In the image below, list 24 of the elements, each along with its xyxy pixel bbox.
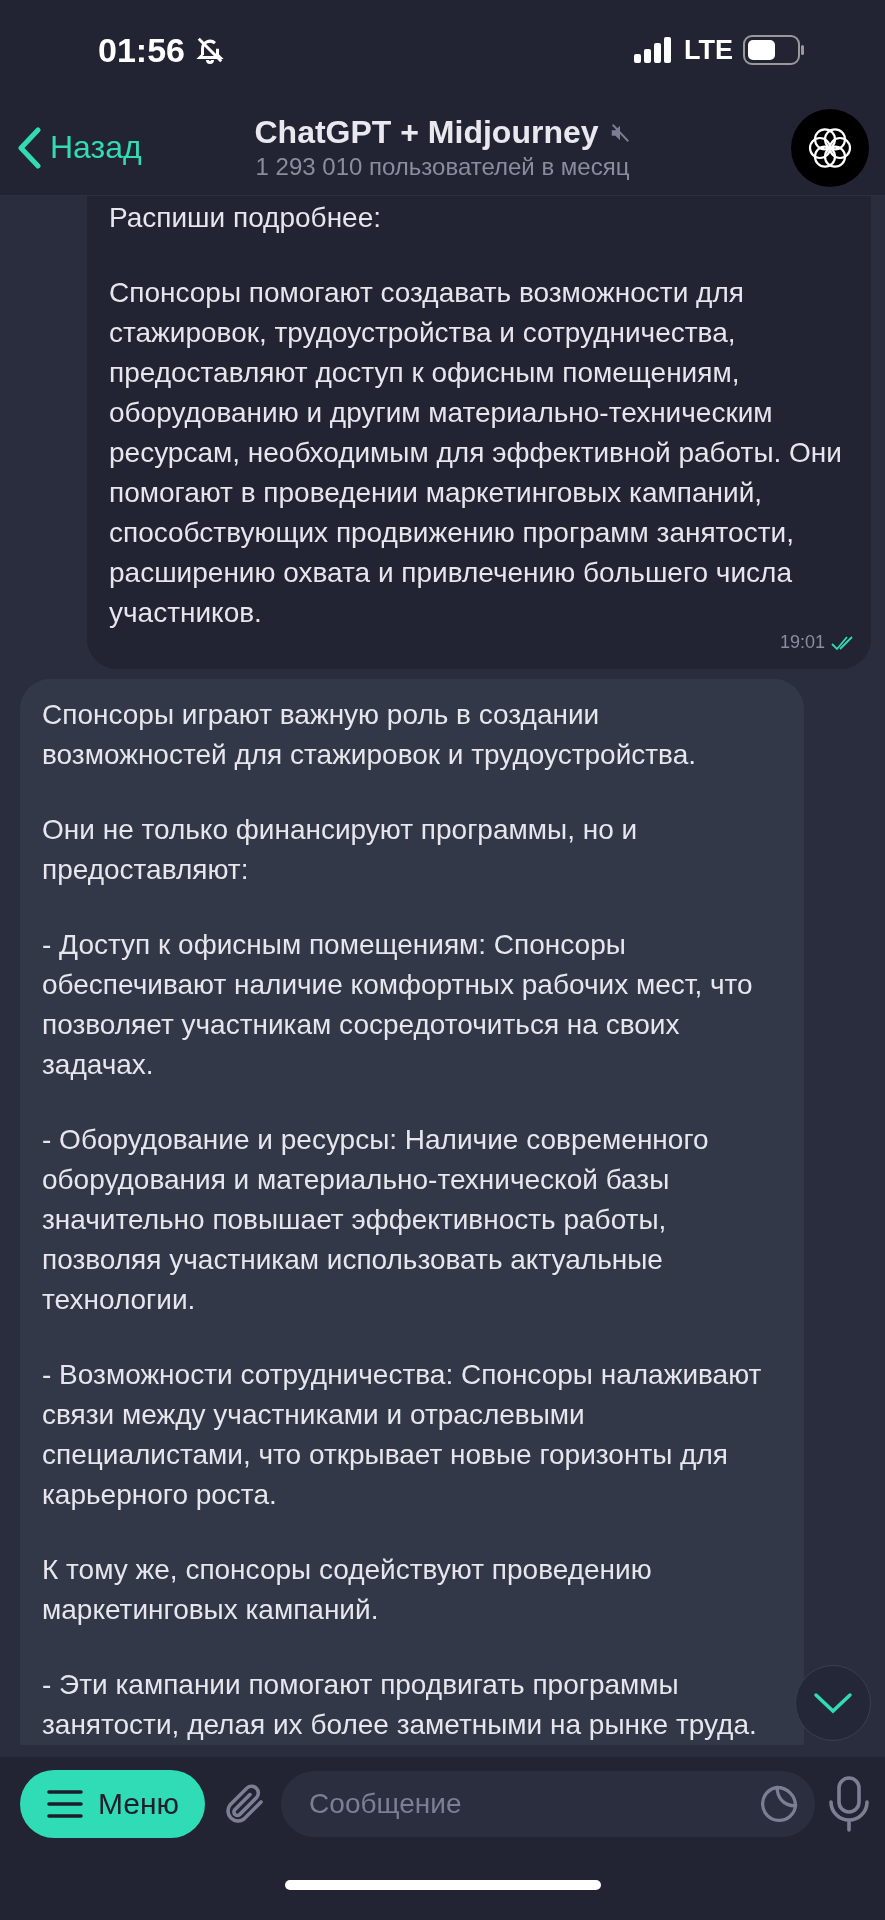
message-field[interactable]: Сообщение: [281, 1770, 815, 1837]
network-label: LTE: [684, 34, 733, 66]
chevron-down-icon: [813, 1692, 853, 1714]
message-text: - Возможности сотрудничества: Спонсоры налаживают связи между участниками и отраслевыми специалистами, что открывает новые горизонты для карьерного роста.: [42, 1358, 763, 1512]
message-text: Распиши подробнее:: [109, 201, 383, 235]
message-input-field[interactable]: Сообщение: [307, 1786, 757, 1821]
menu-icon: [46, 1788, 84, 1819]
back-button[interactable]: Назад: [16, 126, 142, 169]
time: 01:56: [98, 30, 185, 70]
chat-title: ChatGPT + Midjourney: [254, 114, 599, 151]
signal-icon: [634, 37, 674, 63]
message-text: - Оборудование и ресурсы: Наличие современного оборудования и материально-технической базы значительно повышает эффективность работы, позволяя участникам использовать актуальные технологии.: [42, 1123, 710, 1317]
chat-subtitle: 1 293 010 пользователей в месяц: [255, 153, 630, 181]
menu-button[interactable]: Меню: [20, 1769, 206, 1838]
message-text: - Доступ к офисным помещениям: Спонсоры обеспечивают наличие комфортных рабочих мест, что позволяет участникам сосредоточиться на своих задачах.: [42, 928, 754, 1082]
message-text: Спонсоры помогают создавать возможности для стажировок, трудоустройства и сотрудничества, предоставляют доступ к офисным помещениям, оборудованию и другим материально-техническим ресурсам, необходимым для эффективной работы. Они помогают в проведении маркетинговых кампаний, способствующих продвижению программ занятости, расширению охвата и привлечению большего числа участников.: [109, 276, 843, 630]
message-text: - Эти кампании помогают продвигать программы занятости, делая их более заметными на рынке труда.: [42, 1668, 758, 1742]
message-time: 19:01: [779, 632, 825, 653]
message-text: Они не только финансируют программы, но и предоставляют:: [42, 813, 639, 887]
message-text: К тому же, спонсоры содействуют проведению маркетинговых кампаний.: [42, 1553, 653, 1627]
battery-icon: [743, 35, 805, 65]
chevron-left-icon: [16, 126, 42, 169]
message-text: Спонсоры играют важную роль в создании возможностей для стажировок и трудоустройства.: [42, 698, 697, 772]
microphone-icon[interactable]: [829, 1775, 869, 1832]
